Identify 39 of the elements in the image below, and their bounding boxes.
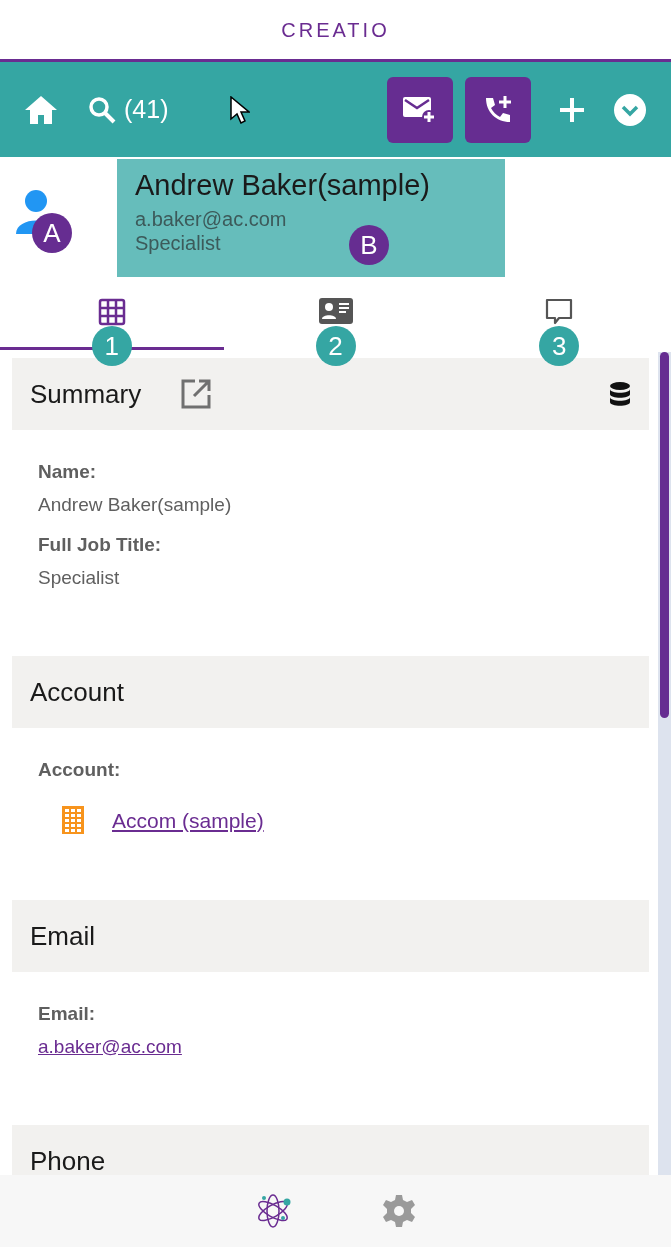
field-label: Email: <box>38 1002 97 1026</box>
new-email-button[interactable] <box>387 76 453 143</box>
add-icon[interactable] <box>559 96 585 123</box>
contact-job-title: Specialist <box>135 231 221 255</box>
atom-icon[interactable] <box>255 1194 292 1228</box>
callout-badge: 2 <box>315 326 356 366</box>
phone-add-icon <box>483 94 513 125</box>
section-title: Phone <box>30 1144 106 1175</box>
callout-badge: 1 <box>91 326 132 366</box>
email-add-icon <box>403 94 437 125</box>
field-value: Specialist <box>38 565 121 590</box>
home-icon[interactable] <box>24 94 58 125</box>
scrollbar-thumb[interactable] <box>660 352 669 718</box>
app-title: CREATIO <box>281 17 390 43</box>
chat-icon <box>545 298 574 326</box>
contact-email: a.baker@ac.com <box>135 207 288 231</box>
field-label: Account: <box>38 758 122 782</box>
database-icon[interactable] <box>609 382 631 406</box>
building-icon <box>62 806 84 835</box>
callout-badge: 3 <box>539 326 580 366</box>
field-label: Name: <box>38 460 98 484</box>
new-call-button[interactable] <box>465 76 531 143</box>
field-label: Full Job Title: <box>38 533 163 557</box>
dropdown-icon[interactable] <box>613 92 647 127</box>
contact-name: Andrew Baker(sample) <box>135 168 431 203</box>
search-icon[interactable] <box>88 95 116 124</box>
callout-badge: A <box>32 213 72 253</box>
account-link[interactable]: Accom (sample) <box>112 804 264 836</box>
cursor-icon <box>230 95 251 124</box>
field-value: Andrew Baker(sample) <box>38 492 233 517</box>
callout-badge: B <box>349 225 389 265</box>
contact-card-icon <box>318 298 353 324</box>
settings-icon[interactable] <box>381 1194 416 1228</box>
section-title: Account <box>30 675 124 709</box>
grid-icon <box>97 298 126 326</box>
section-title: Summary <box>30 377 142 411</box>
section-title: Email <box>30 919 95 953</box>
open-external-icon[interactable] <box>181 379 212 409</box>
email-link[interactable]: a.baker@ac.com <box>38 1032 182 1061</box>
